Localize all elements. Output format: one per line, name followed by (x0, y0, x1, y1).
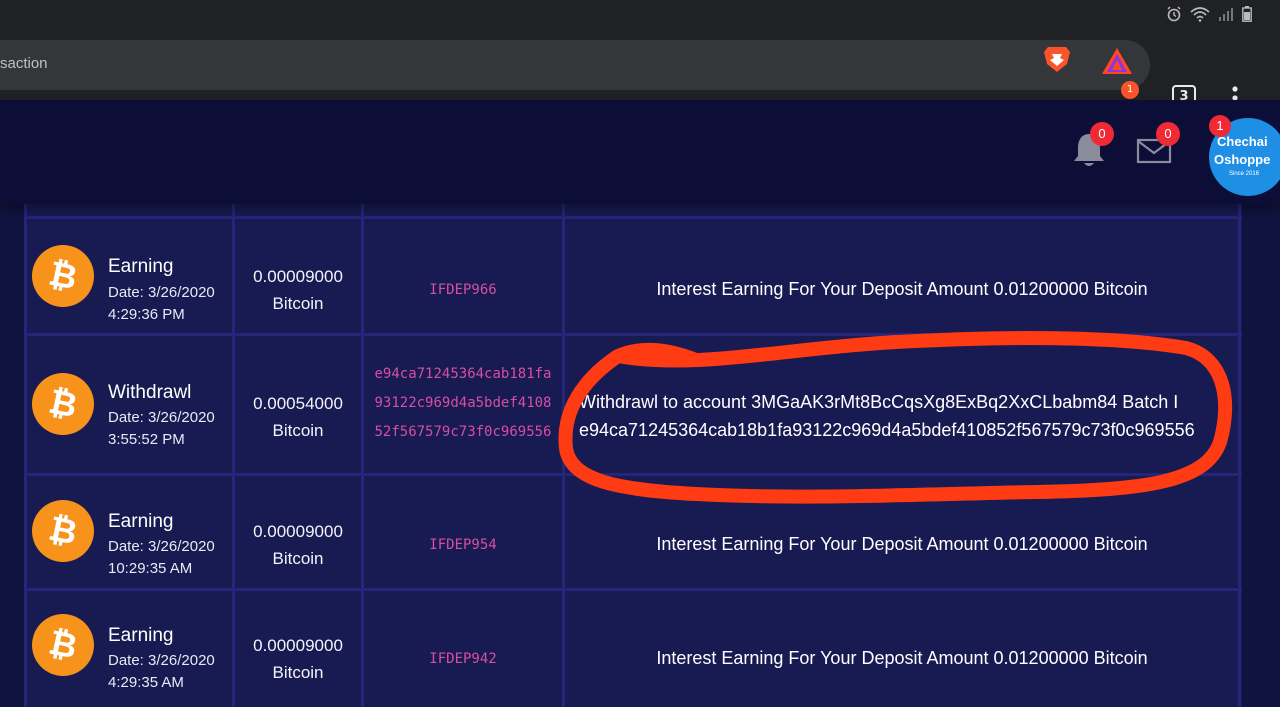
transaction-time: 3:55:52 PM (108, 431, 185, 448)
transaction-type: Withdrawl (108, 382, 192, 403)
brave-rewards-icon[interactable] (1100, 46, 1134, 76)
address-bar[interactable]: saction (0, 40, 1150, 90)
transaction-details: Interest Earning For Your Deposit Amount… (656, 279, 1148, 299)
transaction-details: Withdrawl to account 3MGaAK3rMt8BcCqsXg8… (567, 388, 1237, 444)
transaction-amount: 0.00009000 Bitcoin (236, 518, 360, 572)
battery-icon (1242, 6, 1252, 22)
status-icons (1166, 6, 1252, 22)
system-status-bar (0, 0, 1280, 32)
transaction-amount: 0.00054000 Bitcoin (236, 390, 360, 444)
transaction-amount: 0.00009000 Bitcoin (236, 632, 360, 686)
transaction-details: Interest Earning For Your Deposit Amount… (656, 648, 1148, 668)
brave-shield-icon[interactable] (1042, 44, 1072, 74)
transaction-date: Date: 3/26/2020 (108, 652, 215, 669)
transaction-reference: IFDEP966 (429, 282, 497, 298)
transaction-date: Date: 3/26/2020 (108, 284, 215, 301)
amount-value: 0.00009000 (253, 636, 343, 655)
transactions-table: ₿ Earning Date: 3/26/2020 4:29:36 PM 0.0… (24, 204, 1242, 707)
url-text[interactable]: saction (0, 55, 48, 72)
bitcoin-icon: ₿ (32, 245, 94, 307)
avatar-text-line3: Since 2016 (1229, 171, 1260, 177)
amount-currency: Bitcoin (272, 294, 324, 313)
transaction-details: Interest Earning For Your Deposit Amount… (656, 534, 1148, 554)
alarm-icon (1167, 6, 1181, 22)
notifications-count-badge: 0 (1090, 122, 1114, 146)
amount-currency: Bitcoin (272, 421, 324, 440)
transaction-time: 4:29:35 AM (108, 674, 184, 691)
avatar-text-line2: Oshoppe (1214, 152, 1271, 167)
amount-currency: Bitcoin (272, 663, 324, 682)
bitcoin-icon: ₿ (32, 373, 94, 435)
transaction-reference: e94ca71245364cab181fa93122c969d4a5bdef41… (374, 366, 552, 440)
wifi-icon (1190, 7, 1210, 22)
transaction-reference: IFDEP942 (429, 651, 497, 667)
signal-icon (1219, 8, 1233, 21)
transaction-type: Earning (108, 511, 174, 532)
table-row[interactable]: ₿ Earning Date: 3/26/2020 10:29:35 AM 0.… (24, 473, 1242, 588)
bitcoin-icon: ₿ (32, 500, 94, 562)
transaction-type: Earning (108, 256, 174, 277)
avatar-text-line1: Chechai (1217, 134, 1268, 149)
transaction-type: Earning (108, 625, 174, 646)
transaction-amount: 0.00009000 Bitcoin (236, 263, 360, 317)
amount-value: 0.00009000 (253, 267, 343, 286)
amount-value: 0.00054000 (253, 394, 343, 413)
table-row[interactable]: ₿ Earning Date: 3/26/2020 4:29:36 PM 0.0… (24, 216, 1242, 333)
transaction-reference: IFDEP954 (429, 537, 497, 553)
avatar-badge: 1 (1209, 115, 1231, 137)
table-row[interactable]: ₿ Earning Date: 3/26/2020 4:29:35 AM 0.0… (24, 588, 1242, 707)
table-row[interactable]: ₿ Withdrawl Date: 3/26/2020 3:55:52 PM 0… (24, 333, 1242, 473)
messages-count-badge: 0 (1156, 122, 1180, 146)
transaction-date: Date: 3/26/2020 (108, 409, 215, 426)
rewards-badge: 1 (1121, 81, 1139, 99)
details-line2: e94ca71245364cab18b1fa93122c969d4a5bdef4… (579, 420, 1195, 440)
bitcoin-icon: ₿ (32, 614, 94, 676)
transaction-time: 4:29:36 PM (108, 306, 185, 323)
transaction-time: 10:29:35 AM (108, 560, 193, 577)
amount-currency: Bitcoin (272, 549, 324, 568)
browser-toolbar: saction 1 3 (0, 32, 1280, 110)
transaction-date: Date: 3/26/2020 (108, 538, 215, 555)
details-line1: Withdrawl to account 3MGaAK3rMt8BcCqsXg8… (579, 392, 1179, 412)
amount-value: 0.00009000 (253, 522, 343, 541)
